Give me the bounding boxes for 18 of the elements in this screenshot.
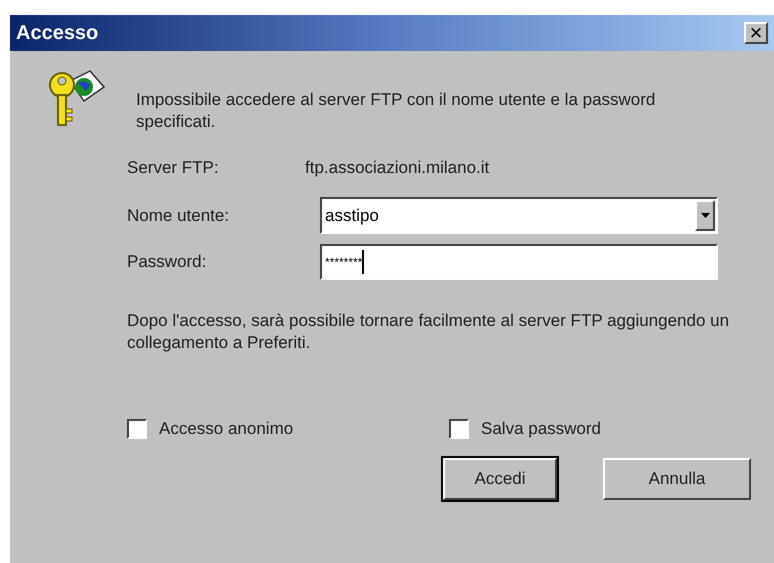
field-label: Nome utente: bbox=[127, 204, 230, 227]
dialog-button[interactable]: Annulla bbox=[603, 458, 751, 500]
username-combobox[interactable]: asstipo bbox=[320, 197, 718, 234]
checkbox-label[interactable]: Accesso anonimo bbox=[159, 416, 294, 442]
info-text: Dopo l'accesso, sarà possibile tornare facilmente al server FTP aggiungendo un collegamento a Preferiti. bbox=[127, 310, 730, 354]
password-field[interactable]: ******** bbox=[320, 244, 718, 280]
caret-icon bbox=[700, 213, 710, 218]
checkbox[interactable] bbox=[449, 418, 469, 439]
dialog-button[interactable]: Accedi bbox=[443, 458, 557, 500]
close-button[interactable]: × bbox=[744, 22, 768, 44]
error-message: Impossibile accedere al server FTP con il nome utente e la password specificati. bbox=[136, 89, 656, 133]
dropdown-button[interactable] bbox=[695, 200, 715, 231]
field-label: Server FTP: bbox=[127, 157, 220, 180]
field-label: Password: bbox=[127, 251, 208, 274]
server-address: ftp.associazioni.milano.it bbox=[305, 157, 490, 180]
checkbox-label[interactable]: Salva password bbox=[481, 416, 602, 442]
window-title: Accesso bbox=[16, 21, 98, 46]
checkbox[interactable] bbox=[127, 418, 147, 439]
